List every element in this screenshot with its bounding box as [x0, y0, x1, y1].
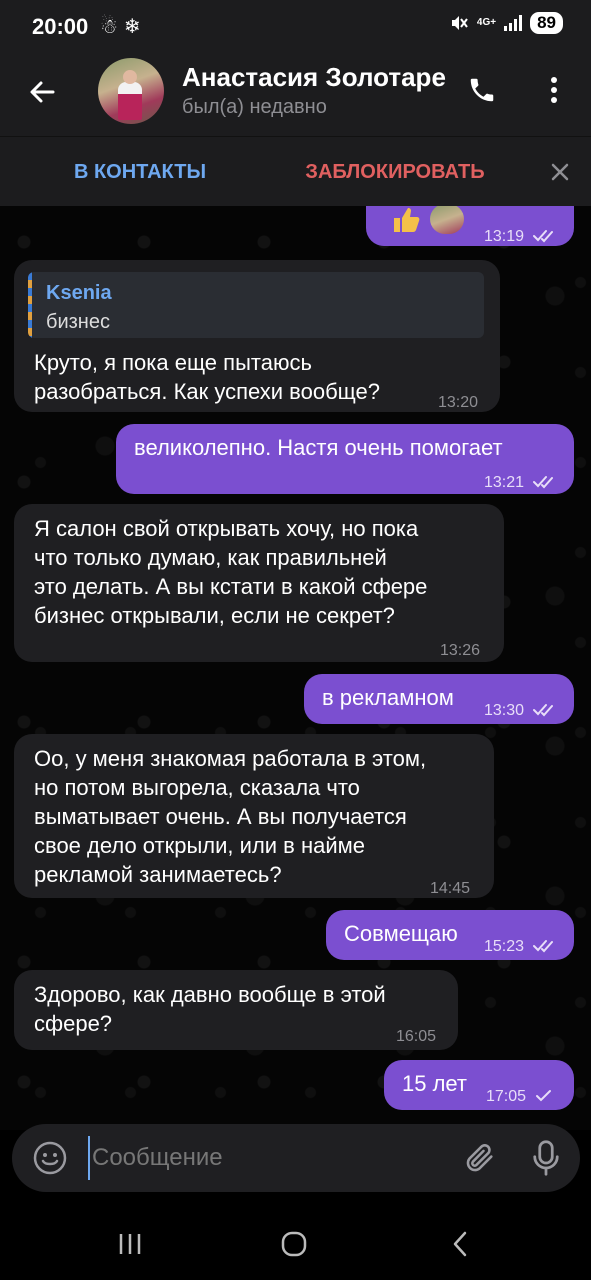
double-check-icon	[532, 230, 553, 243]
message-composer	[12, 1124, 580, 1192]
dots-vertical-icon	[551, 77, 557, 103]
chat-area[interactable]: 13:19 Ksenia бизнес Круто, я пока еще пы…	[0, 206, 591, 1130]
message-time: 13:30	[484, 696, 559, 725]
double-check-icon	[532, 476, 553, 489]
quote-author: Ksenia	[46, 282, 112, 304]
phone-icon	[470, 78, 494, 102]
mute-icon	[451, 16, 468, 30]
call-button[interactable]	[462, 70, 502, 110]
message-incoming[interactable]: Ksenia бизнес Круто, я пока еще пытаюсь …	[14, 260, 500, 412]
system-nav-bar	[0, 1208, 591, 1280]
block-button[interactable]: ЗАБЛОКИРОВАТЬ	[290, 137, 500, 207]
contact-status: был(а) недавно	[182, 96, 327, 118]
status-bar: 20:00 ☃❄ 4G+ 89	[0, 0, 591, 52]
message-line: Здорово, как давно вообще в этой	[34, 982, 386, 1007]
signal-icon	[504, 15, 523, 31]
message-time: 13:20	[438, 394, 479, 411]
message-incoming[interactable]: Здорово, как давно вообще в этой сфере? …	[14, 970, 458, 1050]
status-right: 4G+ 89	[449, 12, 563, 34]
recents-button[interactable]	[110, 1226, 150, 1262]
message-outgoing[interactable]: великолепно. Настя очень помогает 13:21	[116, 424, 574, 494]
back-button[interactable]	[22, 72, 62, 112]
message-incoming[interactable]: Оо, у меня знакомая работала в этом, но …	[14, 734, 494, 898]
battery-level: 89	[530, 12, 563, 34]
contact-name[interactable]: Анастасия Золотаре	[182, 62, 450, 93]
message-time: 17:05	[486, 1082, 553, 1111]
message-line: разобраться. Как успехи вообще?	[34, 379, 381, 404]
message-line: выматывает очень. А вы получается	[34, 804, 407, 829]
reply-quote[interactable]: Ksenia бизнес	[28, 272, 484, 338]
message-text: великолепно. Настя очень помогает	[134, 435, 503, 460]
voice-record-button[interactable]	[526, 1136, 566, 1180]
double-check-icon	[532, 940, 553, 953]
home-button[interactable]	[274, 1226, 314, 1262]
message-outgoing[interactable]: в рекламном 13:30	[304, 674, 574, 724]
microphone-icon	[533, 1140, 559, 1176]
avatar[interactable]	[98, 58, 164, 124]
chevron-left-icon	[453, 1231, 467, 1257]
recents-icon	[119, 1234, 141, 1254]
arrow-left-icon	[30, 81, 55, 103]
message-time: 13:21	[484, 468, 559, 497]
message-time: 13:19	[484, 222, 559, 251]
message-time: 13:26	[440, 642, 481, 659]
message-line: Круто, я пока еще пытаюсь	[34, 350, 312, 375]
home-icon	[281, 1231, 307, 1257]
message-line: свое дело открыли, или в найме	[34, 833, 366, 858]
double-check-icon	[532, 704, 553, 717]
message-time: 14:45	[430, 880, 471, 897]
notification-icons: ☃❄	[100, 16, 147, 38]
attach-button[interactable]	[460, 1138, 500, 1178]
smiley-icon	[33, 1141, 67, 1175]
close-icon	[551, 163, 569, 181]
quote-text: бизнес	[46, 311, 110, 333]
message-line: сфере?	[34, 1011, 113, 1036]
paperclip-icon	[466, 1144, 493, 1172]
emoji-button[interactable]	[30, 1138, 70, 1178]
close-button[interactable]	[540, 152, 580, 192]
message-line: рекламой занимаетесь?	[34, 862, 282, 887]
message-text: 15 лет	[402, 1071, 468, 1096]
message-line: это делать. А вы кстати в какой сфере	[34, 574, 428, 599]
check-icon	[535, 1090, 551, 1102]
message-time: 15:23	[484, 932, 559, 961]
message-outgoing[interactable]: Совмещаю 15:23	[326, 910, 574, 960]
chat-header: Анастасия Золотаре был(а) недавно	[0, 52, 591, 136]
thumbs-up-icon	[394, 208, 420, 232]
message-line: что только думаю, как правильней	[34, 545, 387, 570]
photo-thumbnail[interactable]	[430, 206, 464, 234]
message-text: Совмещаю	[344, 921, 458, 946]
message-time: 16:05	[396, 1028, 437, 1045]
message-input[interactable]	[88, 1136, 448, 1180]
message-text: в рекламном	[322, 685, 454, 710]
status-time: 20:00	[32, 14, 89, 39]
message-line: Я салон свой открывать хочу, но пока	[34, 516, 419, 541]
add-contact-button[interactable]: В КОНТАКТЫ	[40, 137, 240, 207]
message-outgoing[interactable]: 15 лет 17:05	[384, 1060, 574, 1110]
message-line: Оо, у меня знакомая работала в этом,	[34, 746, 427, 771]
message-incoming[interactable]: Я салон свой открывать хочу, но пока что…	[14, 504, 504, 662]
nav-back-button[interactable]	[440, 1226, 480, 1262]
more-button[interactable]	[536, 70, 572, 110]
network-label: 4G+	[476, 17, 497, 28]
message-outgoing[interactable]: 13:19	[366, 206, 574, 246]
action-bar: В КОНТАКТЫ ЗАБЛОКИРОВАТЬ	[0, 136, 591, 206]
message-line: бизнес открывали, если не секрет?	[34, 603, 395, 628]
message-line: но потом выгорела, сказала что	[34, 775, 360, 800]
